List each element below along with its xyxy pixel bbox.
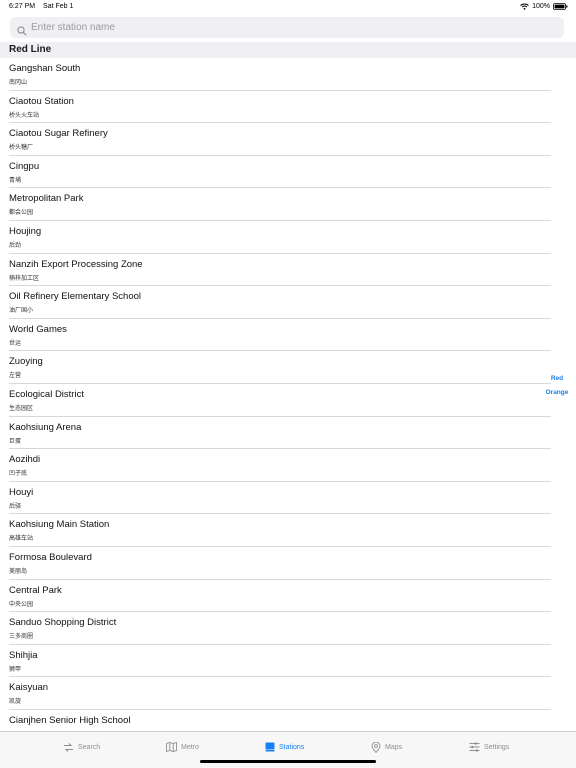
station-chinese-name: 楠梓加工区 <box>9 275 40 282</box>
status-bar: 6:27 PM Sat Feb 1 100% <box>0 0 576 14</box>
station-name: Ciaotou Station <box>9 95 74 107</box>
station-row[interactable]: Kaohsiung Main Station 高雄车站 <box>0 514 576 547</box>
station-row[interactable]: Aozihdi 凹子底 <box>0 449 576 482</box>
station-row[interactable]: Ciaotou Sugar Refinery 桥头糖厂 <box>0 123 576 156</box>
station-row[interactable]: Cianjhen Senior High School <box>0 710 576 731</box>
station-chinese-name: 美丽岛 <box>9 568 28 575</box>
station-chinese-name: 桥头火车站 <box>9 112 40 119</box>
search-tab-icon <box>63 742 74 752</box>
station-chinese-name: 中央公园 <box>9 601 34 608</box>
station-row[interactable]: Gangshan South 南冈山 <box>0 58 576 91</box>
station-row[interactable]: Zuoying 左营 <box>0 351 576 384</box>
station-name: Nanzih Export Processing Zone <box>9 258 143 270</box>
station-row[interactable]: Oil Refinery Elementary School 油厂国小 <box>0 286 576 319</box>
station-name: Gangshan South <box>9 63 81 74</box>
station-chinese-name: 油厂国小 <box>9 308 34 315</box>
tab-metro[interactable]: Metro <box>166 740 199 754</box>
search-input[interactable] <box>31 17 564 38</box>
station-row[interactable]: Kaohsiung Arena 巨蛋 <box>0 417 576 450</box>
index-item[interactable]: Red <box>544 374 570 388</box>
index-item[interactable]: Orange <box>544 388 570 402</box>
station-row[interactable]: Kaisyuan 凯旋 <box>0 677 576 710</box>
tab-settings-label: Settings <box>484 743 510 751</box>
station-name: Kaohsiung Main Station <box>9 519 110 531</box>
tab-maps[interactable]: Maps <box>371 740 402 754</box>
side-index[interactable]: Red Orange <box>544 374 570 402</box>
book-tab-icon <box>265 742 275 752</box>
station-row[interactable]: World Games 世运 <box>0 319 576 352</box>
status-right: 100% <box>520 3 568 10</box>
app-screen: 6:27 PM Sat Feb 1 100% Red Line Gangshan… <box>0 0 576 768</box>
tab-stations[interactable]: Stations <box>265 740 304 754</box>
station-name: Formosa Boulevard <box>9 551 92 563</box>
map-tab-icon <box>166 742 177 752</box>
station-row[interactable]: Metropolitan Park 都会公园 <box>0 188 576 221</box>
status-left: 6:27 PM Sat Feb 1 <box>9 3 79 10</box>
station-row[interactable]: Houyi 后驿 <box>0 482 576 515</box>
tab-maps-label: Maps <box>385 743 403 751</box>
station-name: Houjing <box>9 225 42 237</box>
station-chinese-name: 左营 <box>9 373 22 380</box>
tab-stations-label: Stations <box>279 743 305 751</box>
station-name: Sanduo Shopping District <box>9 617 117 629</box>
station-chinese-name: 后劲 <box>9 242 22 249</box>
tab-search-label: Search <box>78 743 101 751</box>
status-time: 6:27 PM <box>9 3 36 10</box>
station-chinese-name: 生态园区 <box>9 405 34 412</box>
wifi-icon <box>520 3 529 10</box>
section-header-red-line: Red Line <box>0 42 576 58</box>
station-row[interactable]: Nanzih Export Processing Zone 楠梓加工区 <box>0 254 576 287</box>
station-chinese-name: 凹子底 <box>9 471 28 478</box>
station-list[interactable]: Gangshan South 南冈山 Ciaotou Station 桥头火车站 Cia… <box>0 58 576 731</box>
station-name: Oil Refinery Elementary School <box>9 291 141 303</box>
station-name: Kaohsiung Arena <box>9 421 82 433</box>
pin-tab-icon <box>371 741 381 753</box>
home-indicator <box>200 760 376 763</box>
station-chinese-name: 巨蛋 <box>9 438 22 445</box>
station-chinese-name: 狮甲 <box>9 666 22 673</box>
station-chinese-name: 桥头糖厂 <box>9 145 34 152</box>
tab-settings[interactable]: Settings <box>469 740 509 754</box>
station-name: Central Park <box>9 584 62 596</box>
station-name: Ciaotou Sugar Refinery <box>9 128 108 140</box>
station-row[interactable]: Formosa Boulevard 美丽岛 <box>0 547 576 580</box>
station-chinese-name: 凯旋 <box>9 699 22 706</box>
tab-metro-label: Metro <box>181 743 199 751</box>
station-name: Kaisyuan <box>9 682 49 694</box>
station-row[interactable]: Houjing 后劲 <box>0 221 576 254</box>
station-row[interactable]: Sanduo Shopping District 三多商圈 <box>0 612 576 645</box>
station-row[interactable]: Central Park 中央公园 <box>0 580 576 613</box>
status-date: Sat Feb 1 <box>43 3 74 10</box>
sliders-tab-icon <box>469 742 480 752</box>
station-row[interactable]: Ecological District 生态园区 <box>0 384 576 417</box>
station-name: Metropolitan Park <box>9 193 84 205</box>
station-name: World Games <box>9 323 67 335</box>
battery-percent: 100% <box>532 3 550 10</box>
station-name: Cingpu <box>9 160 40 172</box>
station-name: Cianjhen Senior High School <box>9 714 131 726</box>
station-row[interactable]: Ciaotou Station 桥头火车站 <box>0 91 576 124</box>
tab-search[interactable]: Search <box>63 740 100 754</box>
station-chinese-name: 南冈山 <box>9 80 28 86</box>
station-name: Ecological District <box>9 388 84 400</box>
station-chinese-name: 高雄车站 <box>9 536 34 543</box>
search-bar[interactable] <box>10 17 564 38</box>
search-icon <box>17 23 27 36</box>
station-chinese-name: 世运 <box>9 340 22 347</box>
station-name: Houyi <box>9 486 34 498</box>
station-row[interactable]: Cingpu 青埔 <box>0 156 576 189</box>
station-chinese-name: 三多商圈 <box>9 634 34 641</box>
station-name: Shihjia <box>9 649 38 661</box>
station-chinese-name: 后驿 <box>9 503 22 510</box>
station-name: Zuoying <box>9 356 43 368</box>
station-row[interactable]: Shihjia 狮甲 <box>0 645 576 678</box>
station-chinese-name: 青埔 <box>9 177 22 184</box>
battery-icon <box>553 3 568 10</box>
station-name: Aozihdi <box>9 454 41 466</box>
station-chinese-name: 都会公园 <box>9 210 34 217</box>
